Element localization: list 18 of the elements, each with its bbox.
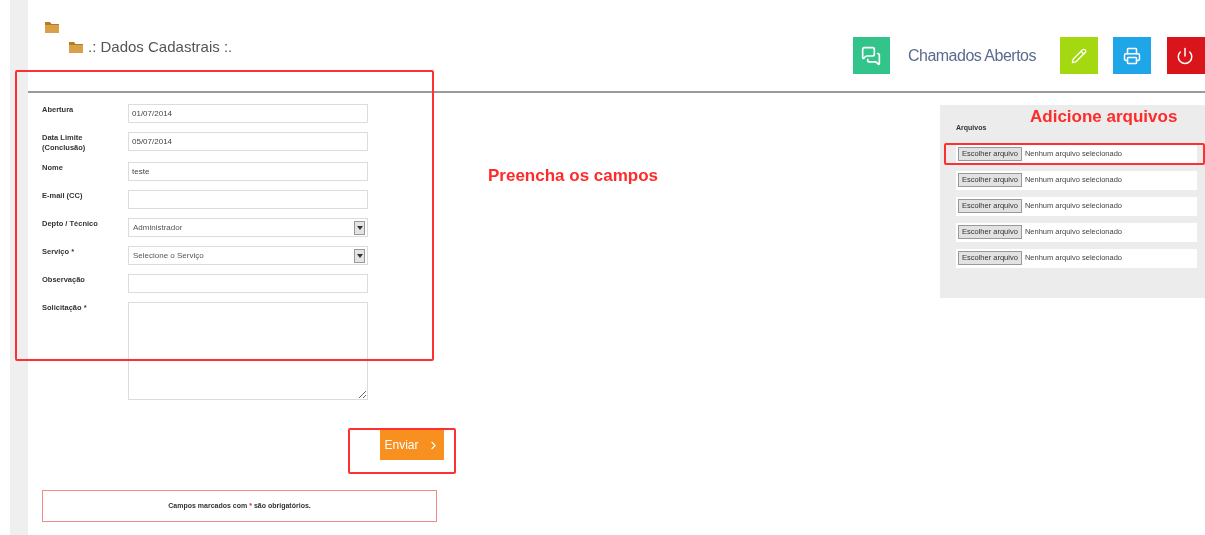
folder-icon [44, 20, 60, 34]
folder-icon [68, 40, 84, 55]
chat-icon[interactable] [852, 37, 890, 74]
edit-icon[interactable] [1060, 37, 1098, 74]
annotation-text: Adicione arquivos [1030, 106, 1178, 128]
text-field[interactable] [128, 274, 368, 293]
text-area[interactable] [128, 302, 368, 400]
print-icon[interactable] [1113, 37, 1151, 74]
text-field[interactable]: 05/07/2014 [128, 132, 368, 151]
annotation-text: Preencha os campos [488, 165, 659, 187]
open-tickets-link[interactable]: Chamados Abertos [907, 43, 1036, 68]
text-field[interactable]: teste [128, 162, 368, 181]
dropdown-field[interactable]: Administrador [128, 218, 368, 237]
dropdown-field[interactable]: Selecione o Serviço [128, 246, 368, 265]
text-field[interactable] [128, 190, 368, 209]
power-icon[interactable] [1167, 37, 1205, 74]
page-title: .: Dados Cadastrais :. [88, 37, 233, 57]
text-field[interactable]: 01/07/2014 [128, 104, 368, 123]
